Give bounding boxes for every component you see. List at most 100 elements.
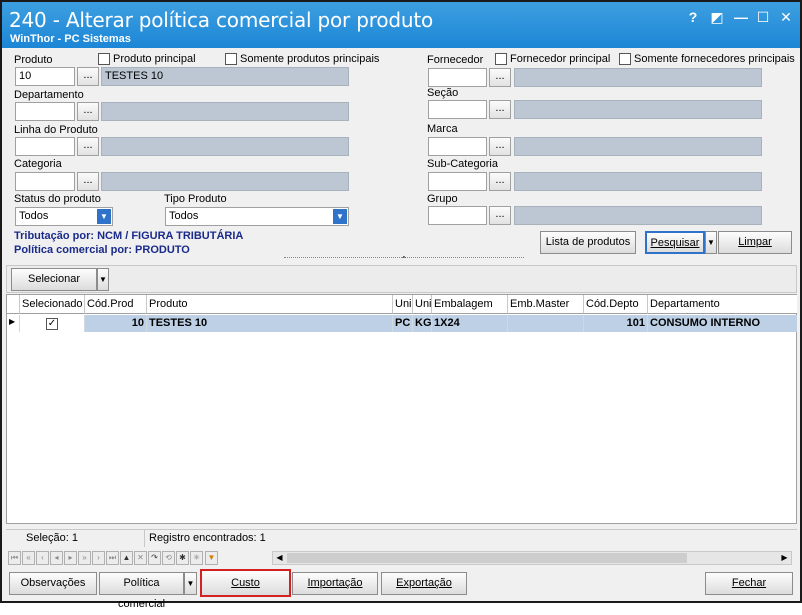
nav-next-page-icon[interactable]: › bbox=[92, 551, 105, 565]
somente-produtos-principais-checkbox[interactable] bbox=[225, 53, 237, 65]
nav-cancel-icon[interactable]: ✕ bbox=[134, 551, 147, 565]
nav-next-record-icon[interactable]: ▸ bbox=[64, 551, 77, 565]
fornecedor-label: Fornecedor bbox=[427, 54, 484, 66]
marca-search-button[interactable]: ... bbox=[489, 137, 511, 156]
cell-produto[interactable]: TESTES 10 bbox=[147, 315, 393, 332]
tipo-produto-select[interactable]: Todos ▼ bbox=[165, 207, 349, 226]
subcategoria-input[interactable] bbox=[428, 172, 487, 191]
categoria-search-button[interactable]: ... bbox=[77, 172, 99, 191]
column-header-embalagem[interactable]: Embalagem bbox=[432, 295, 508, 314]
column-header-produto[interactable]: Produto bbox=[147, 295, 393, 314]
column-header-selecionado[interactable]: Selecionado bbox=[20, 295, 85, 314]
checkmark-icon: ✓ bbox=[46, 318, 58, 330]
scroll-thumb[interactable] bbox=[287, 553, 687, 563]
registros-count: Registro encontrados: 1 bbox=[149, 532, 266, 544]
nav-prev-record-icon[interactable]: ◂ bbox=[50, 551, 63, 565]
produto-search-button[interactable]: ... bbox=[77, 67, 99, 86]
nav-refresh-icon[interactable]: ↷ bbox=[148, 551, 161, 565]
limpar-button[interactable]: Limpar bbox=[718, 231, 792, 254]
politica-comercial-button[interactable]: Política comercial bbox=[99, 572, 184, 610]
main-content: Produto Produto principal Somente produt… bbox=[2, 48, 800, 610]
splitter-handle[interactable]: ⌃ bbox=[284, 256, 524, 264]
produto-principal-label: Produto principal bbox=[113, 53, 196, 65]
cell-cod-depto[interactable]: 101 bbox=[584, 315, 648, 332]
departamento-input[interactable] bbox=[15, 102, 75, 121]
cell-uni-2[interactable]: KG bbox=[413, 315, 432, 332]
chevron-down-icon: ▼ bbox=[707, 238, 715, 247]
selecionar-button[interactable]: Selecionar bbox=[11, 268, 97, 291]
column-header-uni[interactable]: Uni bbox=[393, 295, 413, 314]
maximize-icon[interactable]: ☐ bbox=[754, 8, 772, 26]
grupo-search-button[interactable]: ... bbox=[489, 206, 511, 225]
cell-uni[interactable]: PC bbox=[393, 315, 413, 332]
title-bar: 240 - Alterar política comercial por pro… bbox=[2, 2, 800, 48]
fornecedor-desc-field bbox=[514, 68, 762, 87]
column-header-uni-2[interactable]: Uni bbox=[413, 295, 432, 314]
cell-departamento[interactable]: CONSUMO INTERNO bbox=[648, 315, 797, 332]
chevron-down-icon: ▼ bbox=[186, 579, 195, 588]
row-selected-checkbox[interactable]: ✓ bbox=[20, 315, 85, 332]
secao-input[interactable] bbox=[428, 100, 487, 119]
cell-embalagem[interactable]: 1X24 bbox=[432, 315, 508, 332]
status-produto-select[interactable]: Todos ▼ bbox=[15, 207, 113, 226]
subcategoria-search-button[interactable]: ... bbox=[489, 172, 511, 191]
close-icon[interactable]: ✕ bbox=[777, 8, 795, 26]
app-window: 240 - Alterar política comercial por pro… bbox=[0, 0, 802, 610]
fornecedor-principal-checkbox[interactable] bbox=[495, 53, 507, 65]
linha-produto-search-button[interactable]: ... bbox=[77, 137, 99, 156]
nav-filter-icon[interactable]: ▼ bbox=[205, 551, 218, 565]
nav-prev-icon[interactable]: ‹ bbox=[36, 551, 49, 565]
nav-goto-icon[interactable]: ✳ bbox=[190, 551, 203, 565]
marca-label: Marca bbox=[427, 123, 458, 135]
politica-comercial-dropdown-button[interactable]: ▼ bbox=[184, 572, 197, 595]
restore-layout-icon[interactable]: ◩ bbox=[708, 8, 726, 26]
fornecedor-input[interactable] bbox=[428, 68, 487, 87]
nav-prev-page-icon[interactable]: « bbox=[22, 551, 35, 565]
secao-label: Seção bbox=[427, 87, 459, 99]
nav-bookmark-icon[interactable]: ✱ bbox=[176, 551, 189, 565]
pesquisar-dropdown-button[interactable]: ▼ bbox=[705, 231, 717, 254]
departamento-search-button[interactable]: ... bbox=[77, 102, 99, 121]
minimize-icon[interactable]: — bbox=[732, 8, 750, 26]
custo-button[interactable]: Custo bbox=[200, 569, 291, 597]
chevron-down-icon: ▼ bbox=[333, 209, 347, 224]
grid-row-indicator-header bbox=[7, 295, 20, 314]
selecionar-dropdown-button[interactable]: ▼ bbox=[97, 268, 109, 291]
horizontal-scrollbar[interactable]: ◀ ▶ bbox=[272, 551, 792, 565]
marca-input[interactable] bbox=[428, 137, 487, 156]
scroll-left-icon[interactable]: ◀ bbox=[273, 552, 286, 564]
secao-search-button[interactable]: ... bbox=[489, 100, 511, 119]
scroll-right-icon[interactable]: ▶ bbox=[778, 552, 791, 564]
nav-edit-icon[interactable]: ⟲ bbox=[162, 551, 175, 565]
grupo-input[interactable] bbox=[428, 206, 487, 225]
fornecedor-search-button[interactable]: ... bbox=[489, 68, 511, 87]
column-header-emb-master[interactable]: Emb.Master bbox=[508, 295, 584, 314]
window-subtitle: WinThor - PC Sistemas bbox=[10, 33, 131, 45]
help-icon[interactable]: ? bbox=[684, 8, 702, 26]
fechar-button[interactable]: Fechar bbox=[705, 572, 793, 595]
importacao-button[interactable]: Importação bbox=[292, 572, 378, 595]
subcategoria-desc-field bbox=[514, 172, 762, 191]
nav-insert-icon[interactable]: ▲ bbox=[120, 551, 133, 565]
lista-produtos-button[interactable]: Lista de produtos bbox=[540, 231, 636, 254]
cell-cod-prod[interactable]: 10 bbox=[85, 315, 147, 332]
nav-last-icon[interactable]: ⏭ bbox=[106, 551, 119, 565]
politica-info: Política comercial por: PRODUTO bbox=[14, 244, 190, 256]
tipo-produto-label: Tipo Produto bbox=[164, 193, 227, 205]
pesquisar-button[interactable]: Pesquisar bbox=[645, 231, 705, 254]
produto-code-input[interactable]: 10 bbox=[15, 67, 75, 86]
nav-first-icon[interactable]: ⏮ bbox=[8, 551, 21, 565]
observacoes-button[interactable]: Observações bbox=[9, 572, 97, 595]
linha-produto-input[interactable] bbox=[15, 137, 75, 156]
selecao-count: Seleção: 1 bbox=[26, 532, 78, 544]
exportacao-button[interactable]: Exportação bbox=[381, 572, 467, 595]
somente-produtos-principais-label: Somente produtos principais bbox=[240, 53, 380, 65]
produto-principal-checkbox[interactable] bbox=[98, 53, 110, 65]
categoria-input[interactable] bbox=[15, 172, 75, 191]
column-header-cod-depto[interactable]: Cód.Depto bbox=[584, 295, 648, 314]
cell-emb-master[interactable] bbox=[508, 315, 584, 332]
somente-fornecedores-principais-checkbox[interactable] bbox=[619, 53, 631, 65]
column-header-departamento[interactable]: Departamento bbox=[648, 295, 797, 314]
nav-next-icon[interactable]: » bbox=[78, 551, 91, 565]
column-header-cod-prod[interactable]: Cód.Prod bbox=[85, 295, 147, 314]
